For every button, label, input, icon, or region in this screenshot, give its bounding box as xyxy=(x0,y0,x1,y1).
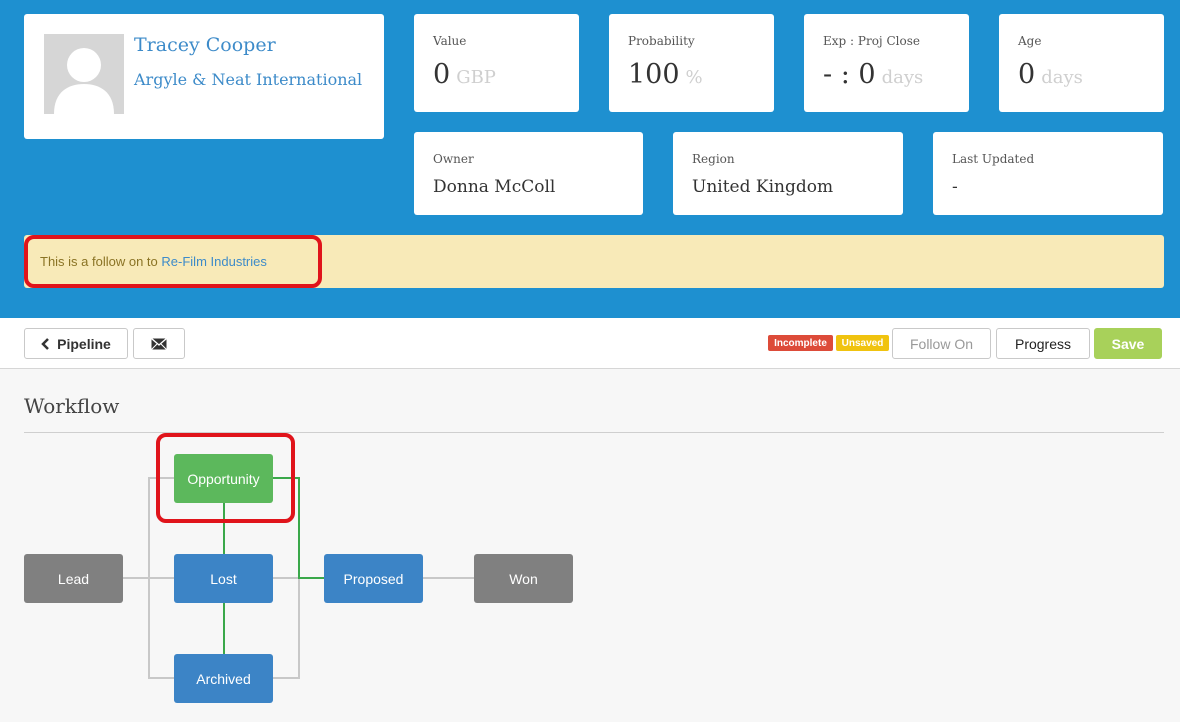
workflow-connectors xyxy=(123,477,474,679)
opportunity-highlight-box xyxy=(156,433,295,523)
workflow-node-lost[interactable]: Lost xyxy=(174,554,273,603)
workflow-node-lead[interactable]: Lead xyxy=(24,554,123,603)
workflow-node-won[interactable]: Won xyxy=(474,554,573,603)
workflow-node-archived[interactable]: Archived xyxy=(174,654,273,703)
workflow-node-proposed[interactable]: Proposed xyxy=(324,554,423,603)
